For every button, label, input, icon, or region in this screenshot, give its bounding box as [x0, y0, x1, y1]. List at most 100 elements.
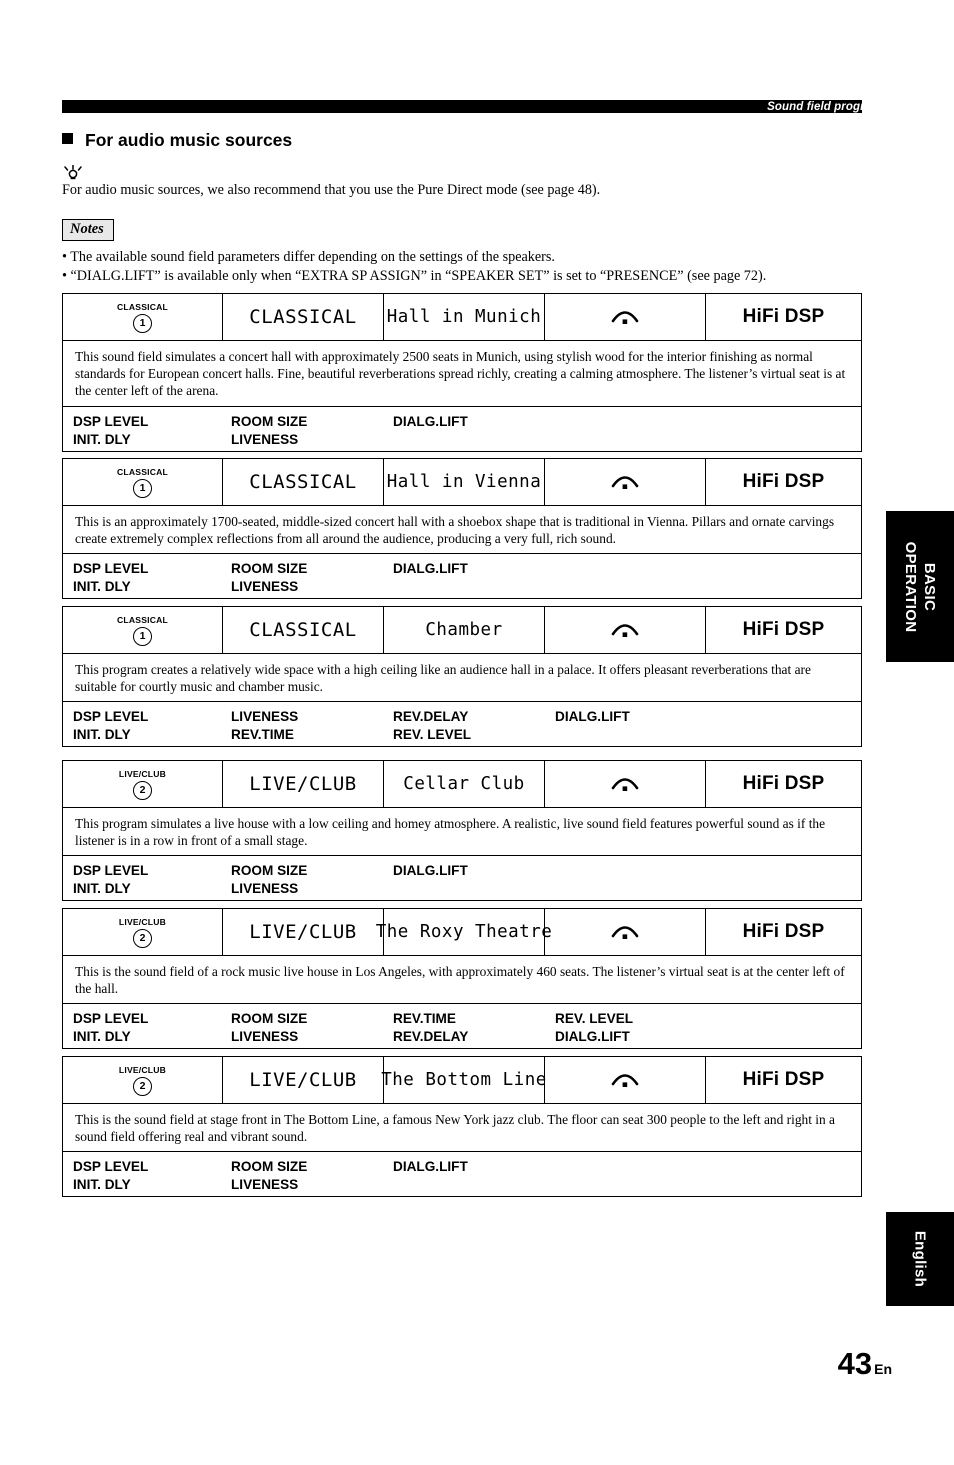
lcd-name-text: LIVE/CLUB — [249, 773, 357, 795]
side-tab-language-label: English — [911, 1230, 929, 1288]
program-display-name: CLASSICAL — [223, 294, 384, 340]
program-display-name: LIVE/CLUB — [223, 1057, 384, 1103]
param-item: DIALG.LIFT — [555, 709, 630, 725]
lcd-name-text: LIVE/CLUB — [249, 1069, 357, 1091]
program-parameters: DSP LEVEL ROOM SIZE DIALG.LIFT INIT. DLY… — [63, 554, 861, 598]
category-number: 1 — [133, 626, 152, 646]
param-item: DIALG.LIFT — [393, 561, 468, 577]
param-item: DIALG.LIFT — [393, 863, 468, 879]
program-block: CLASSICAL 1 CLASSICAL Chamber HiFi DSP T… — [62, 606, 862, 748]
param-item: LIVENESS — [231, 1177, 299, 1193]
dsp-type-label: HiFi DSP — [742, 921, 825, 942]
category-number: 1 — [133, 313, 152, 333]
program-header-row: CLASSICAL 1 CLASSICAL Chamber HiFi DSP — [63, 607, 861, 654]
dsp-type-label: HiFi DSP — [742, 306, 825, 327]
program-dsp-type: HiFi DSP — [706, 294, 861, 340]
category-label: LIVE/CLUB — [118, 1064, 167, 1075]
lcd-title-text: Hall in Munich — [386, 307, 542, 327]
program-block: LIVE/CLUB 2 LIVE/CLUB Cellar Club HiFi D… — [62, 760, 862, 902]
program-dsp-type: HiFi DSP — [706, 909, 861, 955]
lcd-name-text: CLASSICAL — [249, 306, 357, 328]
program-display-name: CLASSICAL — [223, 607, 384, 653]
program-display-title: The Bottom Line — [381, 1057, 546, 1103]
program-display-name: CLASSICAL — [223, 459, 384, 505]
page-number-value: 43 — [837, 1346, 873, 1381]
param-item: INIT. DLY — [73, 1177, 131, 1193]
notes-list: • The available sound field parameters d… — [62, 248, 867, 286]
category-label: CLASSICAL — [117, 614, 168, 625]
lcd-name-text: CLASSICAL — [249, 619, 357, 641]
param-item: DSP LEVEL — [73, 413, 149, 429]
param-item: ROOM SIZE — [231, 863, 308, 879]
lcd-name-text: CLASSICAL — [249, 471, 357, 493]
lcd-title-text: Cellar Club — [403, 774, 525, 794]
param-item: DIALG.LIFT — [393, 413, 468, 429]
category-number: 2 — [133, 780, 152, 800]
param-item: LIVENESS — [231, 579, 299, 595]
program-header-row: LIVE/CLUB 2 LIVE/CLUB Cellar Club HiFi D… — [63, 761, 861, 808]
presence-speaker-icon — [545, 1057, 706, 1103]
square-bullet-icon — [62, 133, 73, 144]
param-item: INIT. DLY — [73, 1029, 131, 1045]
program-category: CLASSICAL 1 — [63, 459, 223, 505]
presence-speaker-icon — [545, 761, 706, 807]
param-item: REV. LEVEL — [555, 1011, 634, 1027]
program-description: This sound field simulates a concert hal… — [63, 341, 861, 407]
side-tab-line1: BASIC — [921, 562, 938, 611]
program-display-title: Cellar Club — [384, 761, 545, 807]
program-display-name: LIVE/CLUB — [223, 909, 384, 955]
program-category: LIVE/CLUB 2 — [63, 761, 223, 807]
category-label: LIVE/CLUB — [118, 768, 167, 779]
param-item: DIALG.LIFT — [393, 1159, 468, 1175]
program-display-title: The Roxy Theatre — [376, 909, 552, 955]
param-item: LIVENESS — [231, 1029, 299, 1045]
notes-label: Notes — [62, 219, 114, 241]
program-dsp-type: HiFi DSP — [706, 459, 861, 505]
param-item: REV. LEVEL — [393, 727, 472, 743]
param-item: REV.TIME — [231, 727, 294, 743]
program-parameters: DSP LEVEL LIVENESS REV.DELAY DIALG.LIFT … — [63, 702, 861, 746]
side-tab-basic-operation: BASIC OPERATION — [886, 511, 954, 662]
page-title: For audio music sources — [62, 130, 292, 151]
program-display-name: LIVE/CLUB — [223, 761, 384, 807]
program-block: LIVE/CLUB 2 LIVE/CLUB The Roxy Theatre H… — [62, 908, 862, 1050]
category-number: 2 — [133, 928, 152, 948]
side-tab-basic-operation-label: BASIC OPERATION — [901, 541, 939, 632]
lcd-title-text: Chamber — [425, 620, 503, 640]
program-display-title: Hall in Munich — [384, 294, 545, 340]
param-item: REV.DELAY — [393, 709, 469, 725]
param-item: INIT. DLY — [73, 881, 131, 897]
program-description: This program simulates a live house with… — [63, 808, 861, 857]
category-number: 2 — [133, 1076, 152, 1096]
side-tab-line2: OPERATION — [902, 541, 919, 632]
lcd-title-text: Hall in Vienna — [386, 472, 542, 492]
program-dsp-type: HiFi DSP — [706, 607, 861, 653]
category-label: LIVE/CLUB — [118, 916, 167, 927]
lcd-name-text: LIVE/CLUB — [249, 921, 357, 943]
program-parameters: DSP LEVEL ROOM SIZE DIALG.LIFT INIT. DLY… — [63, 1152, 861, 1196]
param-item: REV.TIME — [393, 1011, 456, 1027]
category-number: 1 — [133, 478, 152, 498]
program-block: CLASSICAL 1 CLASSICAL Hall in Munich HiF… — [62, 293, 862, 452]
category-label: CLASSICAL — [117, 301, 168, 312]
param-item: DSP LEVEL — [73, 1159, 149, 1175]
param-item: INIT. DLY — [73, 579, 131, 595]
param-item: DSP LEVEL — [73, 863, 149, 879]
program-display-title: Hall in Vienna — [384, 459, 545, 505]
param-item: ROOM SIZE — [231, 1159, 308, 1175]
program-display-title: Chamber — [384, 607, 545, 653]
program-header-row: CLASSICAL 1 CLASSICAL Hall in Vienna HiF… — [63, 459, 861, 506]
param-item: ROOM SIZE — [231, 561, 308, 577]
document-page: Sound field programs For audio music sou… — [0, 0, 954, 1465]
param-item: DSP LEVEL — [73, 1011, 149, 1027]
param-item: INIT. DLY — [73, 727, 131, 743]
program-dsp-type: HiFi DSP — [706, 1057, 861, 1103]
note-item: • “DIALG.LIFT” is available only when “E… — [62, 268, 767, 284]
page-number: 43 En — [838, 1346, 892, 1382]
tip-bulb-icon — [62, 164, 84, 181]
program-description: This is an approximately 1700-seated, mi… — [63, 506, 861, 555]
param-item: INIT. DLY — [73, 431, 131, 447]
program-category: LIVE/CLUB 2 — [63, 909, 223, 955]
dsp-type-label: HiFi DSP — [742, 773, 825, 794]
program-category: CLASSICAL 1 — [63, 607, 223, 653]
